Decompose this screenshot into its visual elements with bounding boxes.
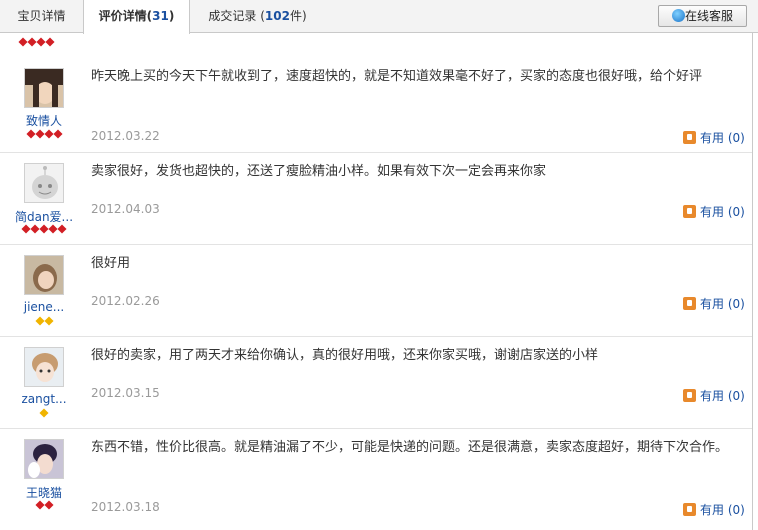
rank-gem-icon <box>35 37 46 47</box>
reviewer-rank <box>0 224 88 235</box>
tab-suffix: ) <box>168 9 175 23</box>
review-row: jiene... 很好用 2012.02.26 有用 (0) <box>0 245 752 337</box>
useful-label: 有用 <box>700 503 725 517</box>
useful-count: (0) <box>727 389 745 403</box>
useful-button[interactable]: 有用 (0) <box>683 387 745 404</box>
online-chat-icon <box>672 9 685 22</box>
useful-count: (0) <box>727 205 745 219</box>
rank-gem-icon <box>48 224 58 234</box>
rank-gem-icon <box>52 129 63 139</box>
useful-label: 有用 <box>700 205 725 219</box>
tab-count: 102 <box>264 9 290 23</box>
default-avatar-icon <box>25 164 63 202</box>
rank-gem-icon <box>34 500 45 510</box>
tab-label: 成交记录 ( <box>208 9 265 23</box>
rank-gem-icon <box>21 224 31 234</box>
rank-diamond-icon <box>43 316 54 326</box>
rank-diamond-icon <box>39 408 49 418</box>
useful-button[interactable]: 有用 (0) <box>683 203 745 220</box>
thumbs-up-icon <box>683 297 696 310</box>
rank-gem-icon <box>26 37 37 47</box>
tab-transactions[interactable]: 成交记录 (102件) <box>190 0 325 33</box>
thumbs-up-icon <box>683 389 696 402</box>
useful-count: (0) <box>727 131 745 145</box>
tab-label: 评价详情( <box>98 9 153 23</box>
review-date: 2012.03.18 <box>91 500 160 514</box>
tab-count: 31 <box>152 9 169 23</box>
tab-label: 宝贝详情 <box>17 9 66 23</box>
avatar-image <box>25 440 63 478</box>
rank-gem-icon <box>39 224 49 234</box>
online-service-button[interactable]: 在线客服 <box>658 5 747 27</box>
thumbs-up-icon <box>683 131 696 144</box>
thumbs-up-icon <box>683 503 696 516</box>
useful-button[interactable]: 有用 (0) <box>683 501 745 518</box>
rank-gem-icon <box>57 224 67 234</box>
reviewer-rank <box>0 129 88 140</box>
reviewer-name[interactable]: 简dan爱... <box>0 208 88 225</box>
avatar[interactable] <box>24 68 64 108</box>
rank-gem-icon <box>43 500 54 510</box>
avatar-image <box>25 256 63 294</box>
review-date: 2012.03.22 <box>91 129 160 143</box>
useful-count: (0) <box>727 297 745 311</box>
review-content: 很好的卖家，用了两天才来给你确认，真的很好用哦，还来你家买哦，谢谢店家送的小样 <box>91 348 599 363</box>
avatar-image <box>25 69 63 107</box>
avatar[interactable] <box>24 163 64 203</box>
rank-gem-icon <box>30 224 40 234</box>
reviewer-rank <box>0 408 88 419</box>
thumbs-up-icon <box>683 205 696 218</box>
avatar-image <box>25 348 63 386</box>
reviewer-rank <box>0 316 88 327</box>
tab-bar: 宝贝详情 评价详情(31) 成交记录 (102件) 在线客服 <box>0 0 758 34</box>
review-date: 2012.02.26 <box>91 294 160 308</box>
review-date: 2012.03.15 <box>91 386 160 400</box>
review-content: 昨天晚上买的今天下午就收到了，速度超快的，就是不知道效果毫不好了，买家的态度也很… <box>91 69 703 84</box>
content-border <box>752 33 753 530</box>
review-date: 2012.04.03 <box>91 202 160 216</box>
useful-count: (0) <box>727 503 745 517</box>
tab-reviews[interactable]: 评价详情(31) <box>83 0 190 34</box>
review-row: 王晓猫 东西不错，性价比很高。就是精油漏了不少，可能是快递的问题。还是很满意，卖… <box>0 429 752 530</box>
rank-gem-icon <box>44 37 55 47</box>
useful-button[interactable]: 有用 (0) <box>683 295 745 312</box>
rank-gem-icon <box>17 37 28 47</box>
review-content: 很好用 <box>91 256 131 271</box>
reviewer-name[interactable]: 致情人 <box>0 112 88 129</box>
rank-gem-icon <box>43 129 54 139</box>
reviewer-name[interactable]: 王晓猫 <box>0 484 88 501</box>
online-service-label: 在线客服 <box>685 9 734 23</box>
rank-diamond-icon <box>34 316 45 326</box>
review-row: zangt... 很好的卖家，用了两天才来给你确认，真的很好用哦，还来你家买哦，… <box>0 337 752 429</box>
useful-label: 有用 <box>700 297 725 311</box>
useful-label: 有用 <box>700 131 725 145</box>
rank-gem-icon <box>34 129 45 139</box>
review-content: 东西不错，性价比很高。就是精油漏了不少，可能是快递的问题。还是很满意，卖家态度超… <box>91 440 729 455</box>
reviewer-name[interactable]: zangt... <box>0 392 88 406</box>
avatar[interactable] <box>24 347 64 387</box>
review-row: 简dan爱... 卖家很好，发货也超快的，还送了瘦脸精油小样。如果有效下次一定会… <box>0 153 752 245</box>
reviewer-rank <box>0 500 88 511</box>
reviewer-name[interactable]: jiene... <box>0 300 88 314</box>
useful-button[interactable]: 有用 (0) <box>683 129 745 146</box>
avatar[interactable] <box>24 439 64 479</box>
avatar[interactable] <box>24 255 64 295</box>
useful-label: 有用 <box>700 389 725 403</box>
previous-rank-icons <box>17 37 55 52</box>
rank-gem-icon <box>25 129 36 139</box>
review-row: 致情人 昨天晚上买的今天下午就收到了，速度超快的，就是不知道效果毫不好了，买家的… <box>0 53 752 153</box>
tab-item-details[interactable]: 宝贝详情 <box>0 0 83 33</box>
tab-suffix: 件) <box>289 9 307 23</box>
review-content: 卖家很好，发货也超快的，还送了瘦脸精油小样。如果有效下次一定会再来你家 <box>91 164 547 179</box>
